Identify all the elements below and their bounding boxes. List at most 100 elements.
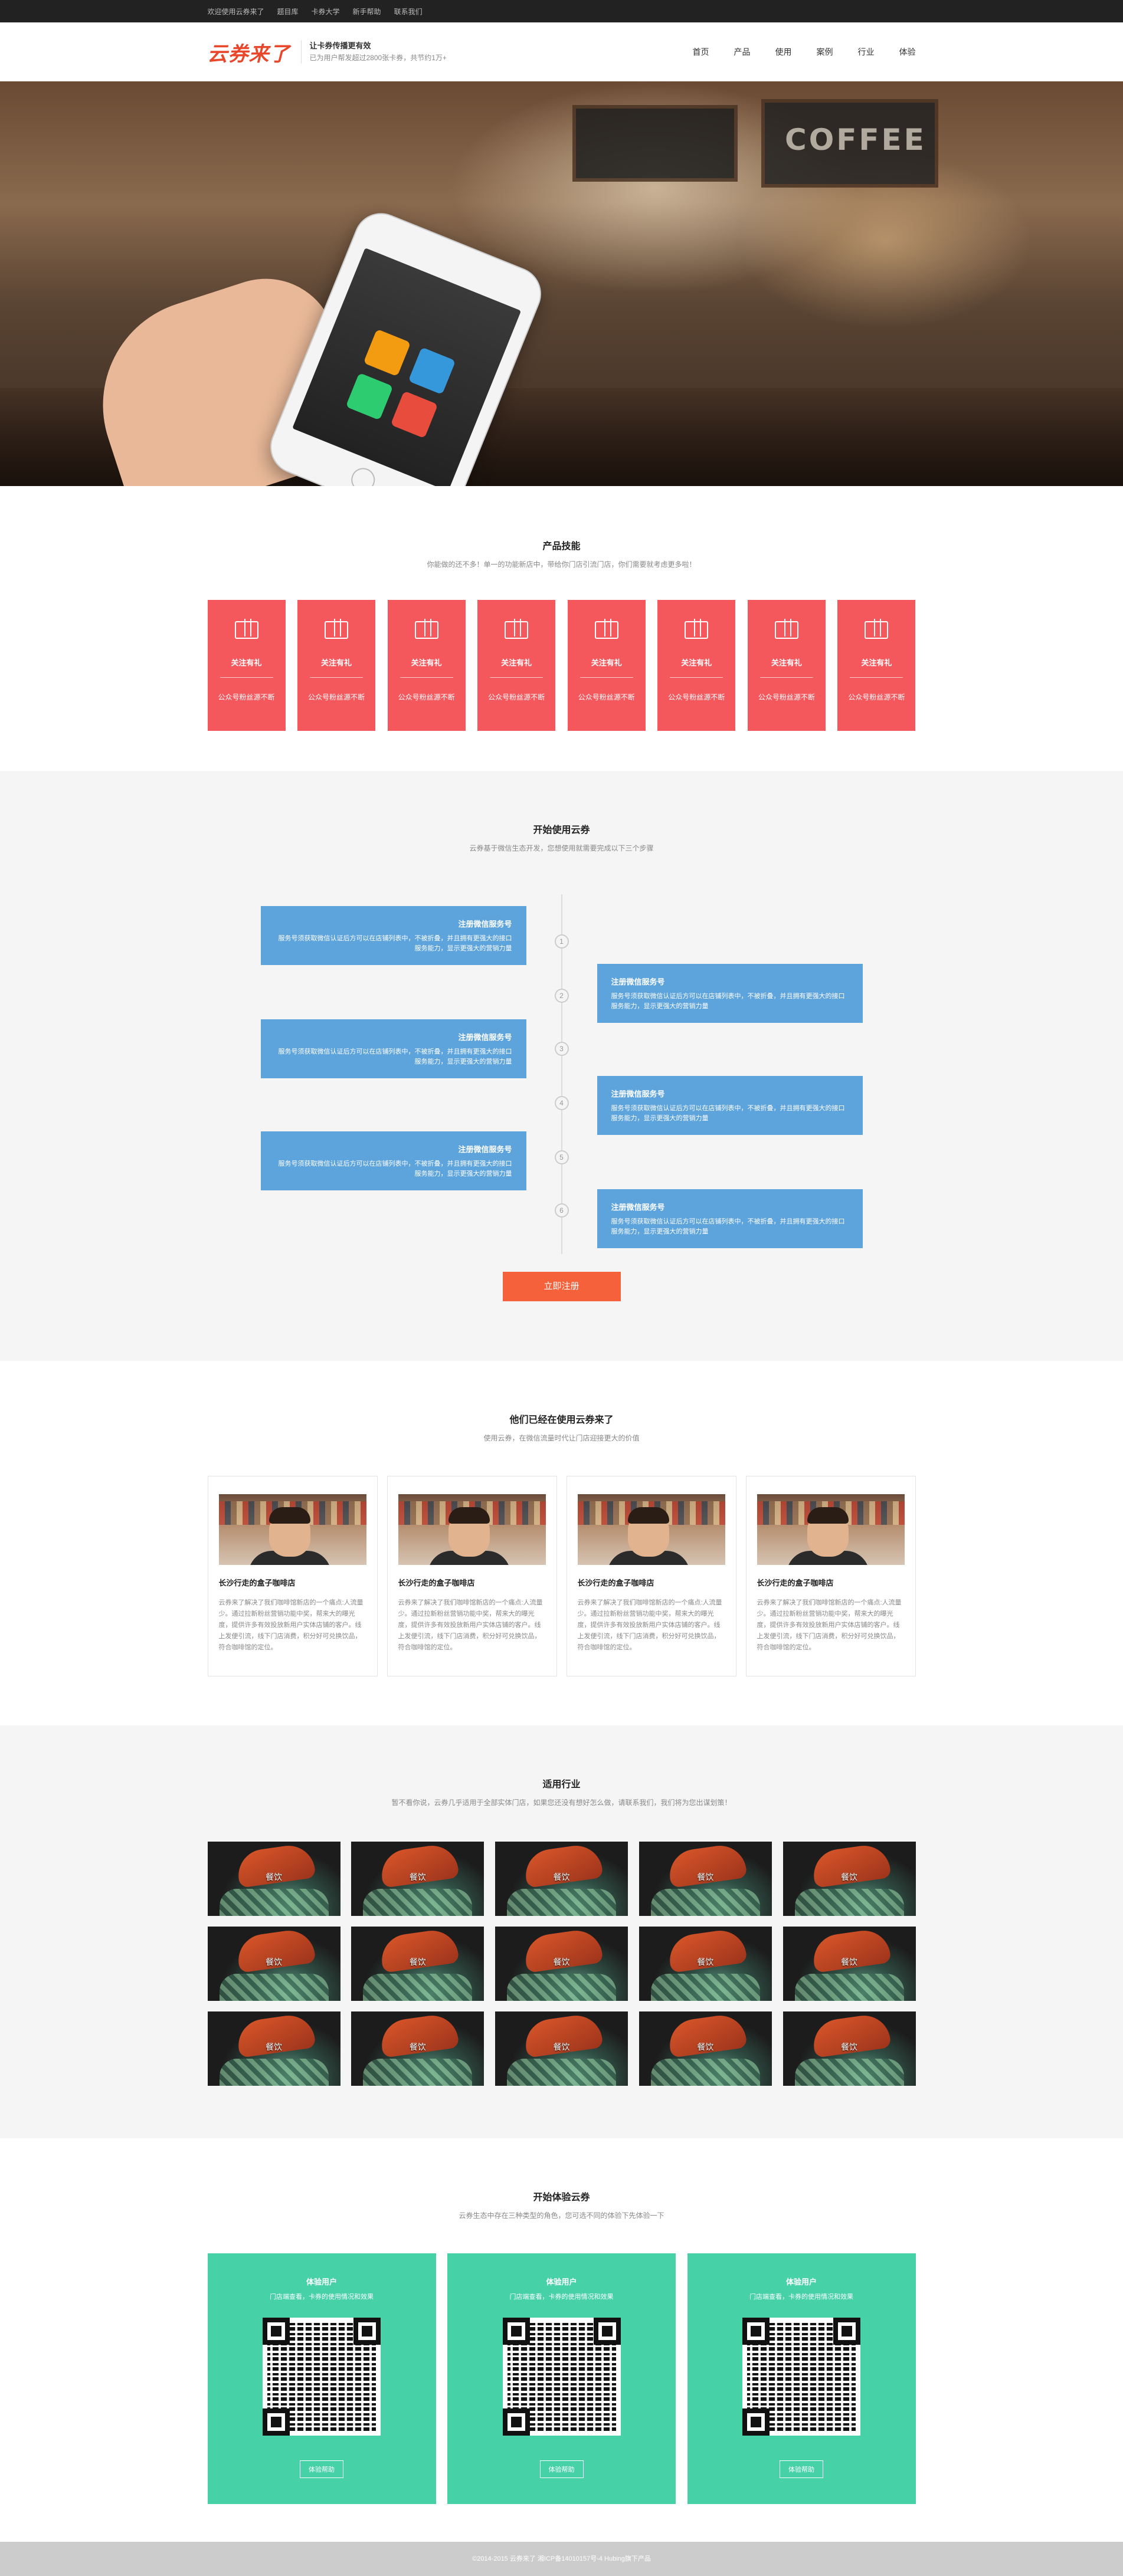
site-logo[interactable]: 云券来了 <box>208 38 290 67</box>
nav-usage[interactable]: 使用 <box>775 46 792 58</box>
divider <box>310 677 364 678</box>
nav-experience[interactable]: 体验 <box>899 46 916 58</box>
register-now-button[interactable]: 立即注册 <box>502 1272 621 1301</box>
skill-card[interactable]: 关注有礼 公众号粉丝源不断 <box>207 600 286 731</box>
industry-label: 餐饮 <box>266 1957 282 1967</box>
step-desc: 服务号须获取微信认证后方可以在店铺列表中，不被折叠，并且拥有更强大的接口服务能力… <box>611 1105 845 1122</box>
topbar-link-welcome[interactable]: 欢迎使用云券来了 <box>208 6 264 17</box>
industry-tile[interactable]: 餐饮 <box>207 1842 340 1916</box>
phone-app-icon <box>363 329 411 377</box>
main-nav: 首页 产品 使用 案例 行业 体验 <box>693 46 916 58</box>
skill-card-desc: 公众号粉丝源不断 <box>578 693 635 701</box>
industry-tile[interactable]: 餐饮 <box>783 1927 916 2001</box>
industry-tile[interactable]: 餐饮 <box>351 2011 484 2086</box>
industry-label: 餐饮 <box>697 2042 714 2052</box>
case-card[interactable]: 长沙行走的盒子咖啡店 云券来了解决了我们咖啡馆新店的一个痛点:人流量少。通过拉新… <box>387 1476 557 1676</box>
divider <box>850 677 903 678</box>
hero-menu-board <box>572 105 738 182</box>
skill-card-title: 关注有礼 <box>681 658 712 667</box>
skill-card[interactable]: 关注有礼 公众号粉丝源不断 <box>837 600 916 731</box>
hero-coffee-sign: COFFEE <box>785 123 926 157</box>
case-description: 云券来了解决了我们咖啡馆新店的一个痛点:人流量少。通过拉新粉丝营销功能中奖，帮来… <box>218 1599 364 1651</box>
industry-tile[interactable]: 餐饮 <box>351 1842 484 1916</box>
industry-tile[interactable]: 餐饮 <box>783 2011 916 2086</box>
industry-tile[interactable]: 餐饮 <box>207 1927 340 2001</box>
nav-home[interactable]: 首页 <box>693 46 709 58</box>
skill-cards: 关注有礼 公众号粉丝源不断 关注有礼 公众号粉丝源不断 关注有礼 公众号粉丝源不断 关… <box>207 600 916 731</box>
industry-label: 餐饮 <box>841 1957 857 1967</box>
industry-tile[interactable]: 餐饮 <box>495 1842 628 1916</box>
case-title: 长沙行走的盒子咖啡店 <box>218 1579 296 1587</box>
step-number: 3 <box>554 1042 569 1056</box>
industry-tile[interactable]: 餐饮 <box>639 1842 772 1916</box>
step-number: 4 <box>554 1096 569 1110</box>
site-footer: ©2014-2015 云券来了 湘ICP备14010157号-4 Hubing旗… <box>0 2542 1123 2576</box>
nav-cases[interactable]: 案例 <box>817 46 833 58</box>
skill-card-desc: 公众号粉丝源不断 <box>848 693 905 701</box>
industry-label: 餐饮 <box>553 1957 570 1967</box>
skill-card-desc: 公众号粉丝源不断 <box>398 693 455 701</box>
industry-tile[interactable]: 餐饮 <box>783 1842 916 1916</box>
experience-card: 体验用户 门店端查看，卡券的使用情况和效果 体验帮助 <box>447 2253 676 2504</box>
industry-tile[interactable]: 餐饮 <box>639 2011 772 2086</box>
experience-card-title: 体验用户 <box>546 2278 577 2286</box>
topbar-link-question-bank[interactable]: 题目库 <box>277 6 299 17</box>
phone-app-icon <box>390 390 438 439</box>
experience-card: 体验用户 门店端查看，卡券的使用情况和效果 体验帮助 <box>207 2253 436 2504</box>
skill-card-desc: 公众号粉丝源不断 <box>308 693 365 701</box>
step-number: 6 <box>554 1203 569 1218</box>
industry-tile[interactable]: 餐饮 <box>639 1927 772 2001</box>
skill-card[interactable]: 关注有礼 公众号粉丝源不断 <box>657 600 736 731</box>
phone-app-icon <box>408 347 456 395</box>
case-card[interactable]: 长沙行走的盒子咖啡店 云券来了解决了我们咖啡馆新店的一个痛点:人流量少。通过拉新… <box>745 1476 916 1676</box>
experience-help-button[interactable]: 体验帮助 <box>300 2460 343 2478</box>
experience-cards: 体验用户 门店端查看，卡券的使用情况和效果 体验帮助 体验用户 门店端查看，卡券… <box>207 2253 916 2504</box>
industry-tile[interactable]: 餐饮 <box>495 1927 628 2001</box>
case-card[interactable]: 长沙行走的盒子咖啡店 云券来了解决了我们咖啡馆新店的一个痛点:人流量少。通过拉新… <box>207 1476 378 1676</box>
industry-label: 餐饮 <box>409 1957 426 1967</box>
skill-card[interactable]: 关注有礼 公众号粉丝源不断 <box>477 600 556 731</box>
step-title: 注册微信服务号 <box>611 977 665 986</box>
slogan: 让卡券传播更有效 已为用户帮发超过2800张卡券，共节约1万+ <box>300 40 447 64</box>
industry-tile[interactable]: 餐饮 <box>351 1927 484 2001</box>
section-subtitle: 你能做的还不多！单一的功能新店中，带给你门店引流门店，你们需要就考虑更多啦！ <box>427 560 696 569</box>
industry-label: 餐饮 <box>266 1872 282 1882</box>
topbar-link-coupon-university[interactable]: 卡券大学 <box>312 6 340 17</box>
nav-industry[interactable]: 行业 <box>858 46 875 58</box>
gift-icon <box>774 619 798 639</box>
gift-icon <box>594 619 618 639</box>
divider <box>400 677 453 678</box>
step-desc: 服务号须获取微信认证后方可以在店铺列表中，不被折叠，并且拥有更强大的接口服务能力… <box>278 1160 512 1177</box>
skill-card-desc: 公众号粉丝源不断 <box>488 693 545 701</box>
divider <box>670 677 723 678</box>
skill-card[interactable]: 关注有礼公众号粉丝源不断 <box>297 600 376 731</box>
site-header: 云券来了 让卡券传播更有效 已为用户帮发超过2800张卡券，共节约1万+ 首页 … <box>0 22 1123 81</box>
skill-card-title: 关注有礼 <box>321 658 352 667</box>
experience-help-button[interactable]: 体验帮助 <box>780 2460 823 2478</box>
case-card[interactable]: 长沙行走的盒子咖啡店 云券来了解决了我们咖啡馆新店的一个痛点:人流量少。通过拉新… <box>566 1476 736 1676</box>
hero-banner: COFFEE <box>0 81 1123 486</box>
skill-card[interactable]: 关注有礼公众号粉丝源不断 <box>567 600 646 731</box>
skill-card[interactable]: 关注有礼 公众号粉丝源不断 <box>387 600 466 731</box>
divider <box>220 677 273 678</box>
case-description: 云券来了解决了我们咖啡馆新店的一个痛点:人流量少。通过拉新粉丝营销功能中奖，帮来… <box>577 1599 722 1651</box>
experience-help-button[interactable]: 体验帮助 <box>539 2460 584 2478</box>
industry-tile[interactable]: 餐饮 <box>207 2011 340 2086</box>
case-photo <box>398 1494 546 1565</box>
topbar-link-contact[interactable]: 联系我们 <box>394 6 423 17</box>
experience-card-title: 体验用户 <box>306 2278 337 2286</box>
topbar-link-help[interactable]: 新手帮助 <box>353 6 381 17</box>
industry-label: 餐饮 <box>697 1957 714 1967</box>
skill-card-desc: 公众号粉丝源不断 <box>758 693 815 701</box>
qr-code-icon <box>502 2318 621 2436</box>
industry-label: 餐饮 <box>553 1872 570 1882</box>
case-description: 云券来了解决了我们咖啡馆新店的一个痛点:人流量少。通过拉新粉丝营销功能中奖，帮来… <box>398 1599 543 1651</box>
skill-card[interactable]: 关注有礼 公众号粉丝源不断 <box>747 600 826 731</box>
section-title: 开始使用云券 <box>533 825 590 835</box>
step-number: 5 <box>554 1150 569 1164</box>
skill-card-title: 关注有礼 <box>591 658 622 667</box>
industry-tile[interactable]: 餐饮 <box>495 2011 628 2086</box>
gift-icon <box>234 619 258 639</box>
nav-product[interactable]: 产品 <box>734 46 751 58</box>
timeline-step-card: 注册微信服务号 服务号须获取微信认证后方可以在店铺列表中，不被折叠，并且拥有更强… <box>260 906 526 965</box>
